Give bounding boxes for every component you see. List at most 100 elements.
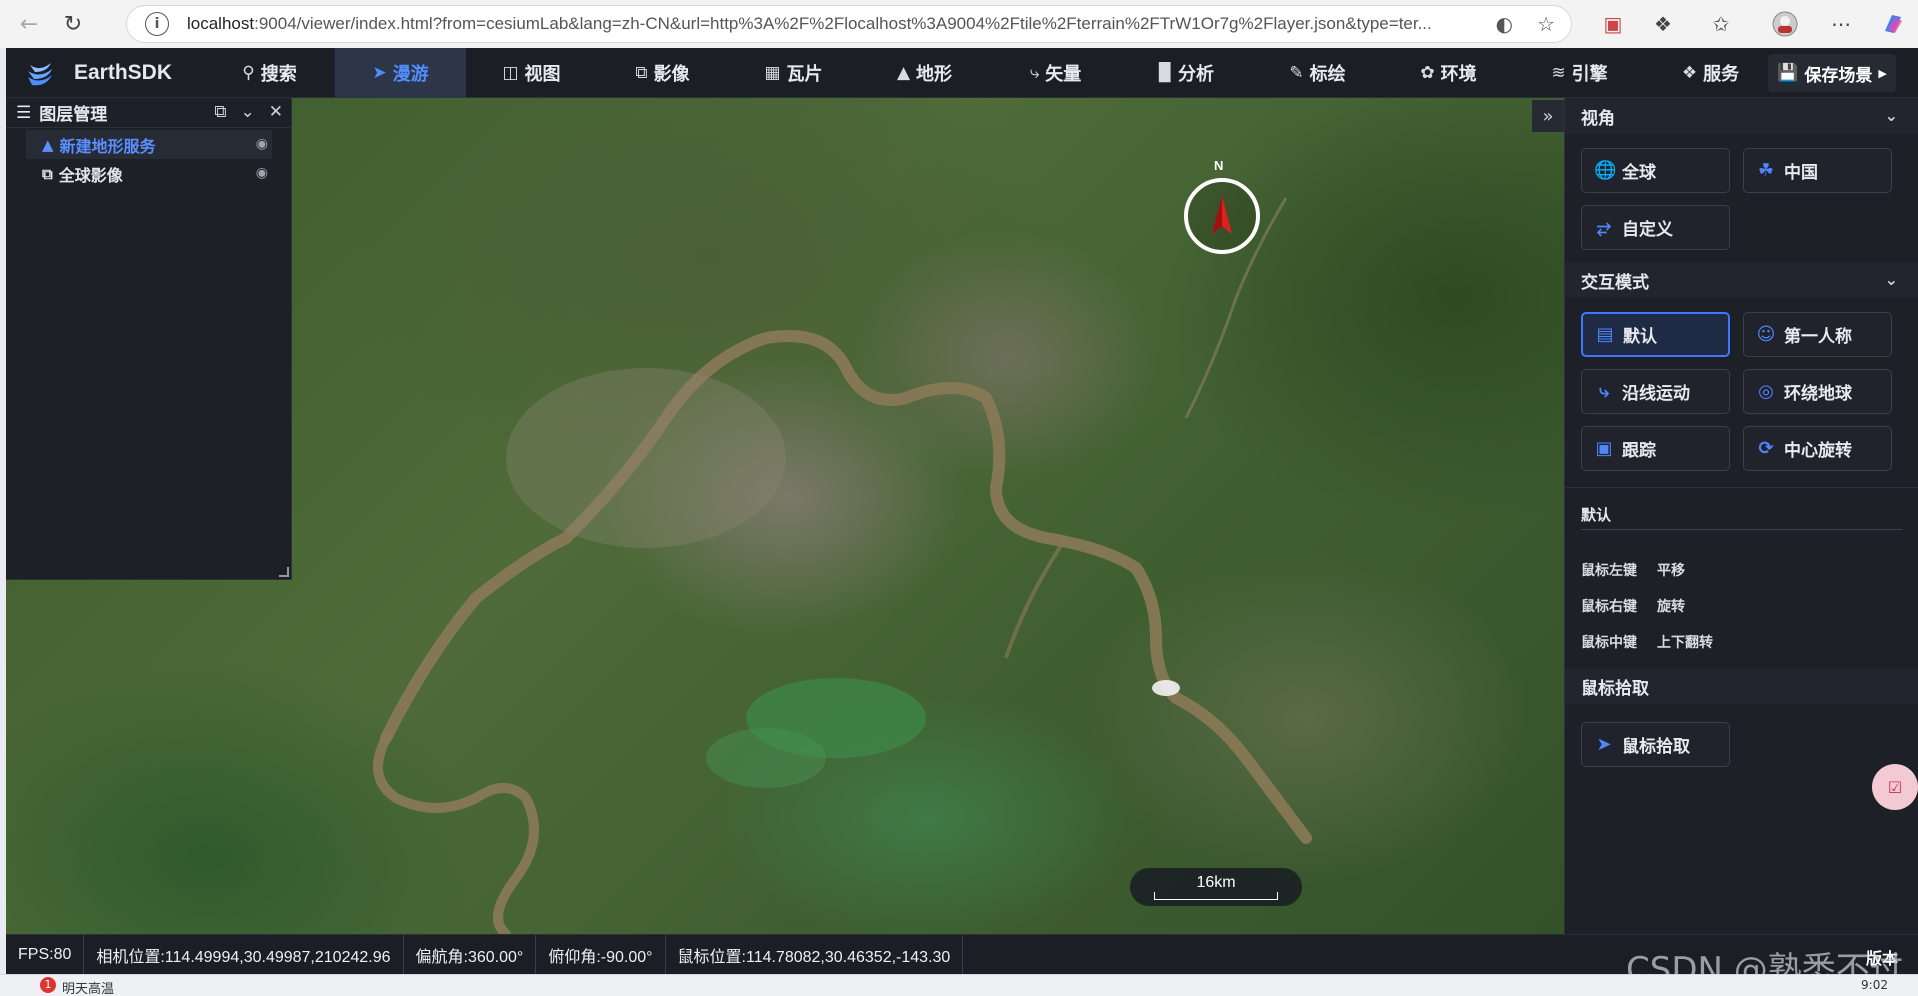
north-arrow-icon	[1212, 196, 1232, 234]
share-icon: ⥂	[1596, 217, 1612, 238]
pitch-readout: 俯仰角:-90.00°	[536, 934, 666, 974]
close-icon[interactable]: ✕	[269, 102, 283, 122]
apps-icon: ❖	[1681, 62, 1698, 83]
section-view-header[interactable]: 视角 ⌄	[1565, 98, 1918, 134]
nav-view[interactable]: ◫ 视图	[466, 48, 597, 98]
resize-handle-icon[interactable]	[279, 567, 289, 577]
mode-path-motion-button[interactable]: ⤷ 沿线运动	[1581, 369, 1730, 414]
engine-icon: ≋	[1551, 62, 1566, 83]
mountain-icon: ▲	[896, 62, 911, 83]
nav-roam[interactable]: ➤ 漫游	[335, 48, 466, 98]
add-layer-icon[interactable]: ⧉	[214, 102, 226, 122]
grid-icon: ▦	[764, 62, 781, 83]
mode-default-button[interactable]: ▤ 默认	[1581, 312, 1730, 357]
earthsdk-logo-icon	[6, 48, 74, 98]
right-panel: 视角 ⌄ 🌐 全球 ☘ 中国 ⥂ 自定义 交互模式 ⌄ ▤ 默认 ☺ 第一人称 ⤷ 沿线运动…	[1564, 98, 1918, 934]
address-bar[interactable]: i localhost:9004/viewer/index.html?from=…	[126, 5, 1572, 43]
favorite-star-icon[interactable]: ☆	[1537, 12, 1555, 36]
translate-extension-icon[interactable]: ▣	[1596, 7, 1630, 41]
back-icon[interactable]: ←	[12, 7, 46, 41]
layer-item-terrain[interactable]: ▲ 新建地形服务 ◉	[26, 130, 272, 159]
reload-icon[interactable]: ↻	[56, 7, 90, 41]
view-global-button[interactable]: 🌐 全球	[1581, 148, 1730, 193]
vector-icon: ⤷	[1029, 62, 1040, 83]
imagery-icon: ⧉	[42, 164, 53, 183]
nav-terrain[interactable]: ▲ 地形	[859, 48, 990, 98]
profile-avatar-icon[interactable]	[1768, 7, 1802, 41]
mode-detail-title: 默认	[1581, 504, 1902, 530]
section-pick-header[interactable]: 鼠标拾取	[1565, 668, 1918, 704]
bar-chart-icon: ▉	[1158, 62, 1173, 83]
layer-item-imagery[interactable]: ⧉ 全球影像 ◉	[26, 159, 272, 188]
url-text[interactable]: localhost:9004/viewer/index.html?from=ce…	[187, 14, 1457, 34]
send-icon: ➤	[372, 62, 387, 83]
image-icon: ⧉	[635, 62, 648, 83]
mode-row: 鼠标左键 平移	[1581, 563, 1685, 579]
nav-search[interactable]: ⚲ 搜索	[204, 48, 335, 98]
mode-row: 鼠标右键 旋转	[1581, 599, 1685, 615]
chevron-down-icon[interactable]: ⌄	[1885, 270, 1898, 289]
earthsdk-app: EarthSDK ⚲ 搜索 ➤ 漫游 ◫ 视图 ⧉ 影像 ▦ 瓦片 ▲ 地形 ⤷ 矢量 ▉ 分析…	[6, 48, 1918, 974]
save-icon: 💾	[1777, 63, 1799, 83]
clock[interactable]: 9:02	[1861, 978, 1888, 992]
terrain-icon: ▲	[42, 135, 54, 154]
heading-readout: 偏航角:360.00°	[404, 934, 537, 974]
chevron-down-icon[interactable]: ⌄	[1885, 106, 1898, 125]
eye-icon[interactable]: ◉	[256, 165, 268, 181]
mouse-position: 鼠标位置:114.78082,30.46352,-143.30	[666, 934, 964, 974]
favorites-icon[interactable]: ✩	[1704, 7, 1738, 41]
path-motion-icon: ⤷	[1598, 381, 1610, 402]
nav-tiles[interactable]: ▦ 瓦片	[728, 48, 859, 98]
compass-north-label: N	[1214, 158, 1224, 173]
pen-icon: ✎	[1289, 62, 1304, 83]
person-icon: ☺	[1756, 324, 1776, 345]
save-scene-button[interactable]: 💾 保存场景 ▶	[1768, 54, 1896, 92]
nav-engine[interactable]: ≋ 引擎	[1514, 48, 1645, 98]
pick-icon: ➤	[1596, 734, 1612, 755]
mode-orbit-button[interactable]: ◎ 环绕地球	[1743, 369, 1892, 414]
mode-first-person-button[interactable]: ☺ 第一人称	[1743, 312, 1892, 357]
nav-vector[interactable]: ⤷ 矢量	[990, 48, 1121, 98]
mode-row: 鼠标中键 上下翻转	[1581, 635, 1713, 651]
collapse-panel-icon[interactable]: »	[1532, 100, 1564, 132]
mode-rotate-center-button[interactable]: ⟳ 中心旋转	[1743, 426, 1892, 471]
eye-icon[interactable]: ◉	[256, 136, 268, 152]
layers-icon: ☰	[16, 102, 32, 123]
layer-panel: ☰ 图层管理 ⧉ ⌄ ✕ ▲ 新建地形服务 ◉ ⧉ 全球影像 ◉	[6, 98, 292, 580]
mode-track-button[interactable]: ▣ 跟踪	[1581, 426, 1730, 471]
view-china-button[interactable]: ☘ 中国	[1743, 148, 1892, 193]
weather-widget[interactable]: 明天高温	[62, 978, 114, 996]
nav-imagery[interactable]: ⧉ 影像	[597, 48, 728, 98]
copilot-icon[interactable]	[1876, 7, 1910, 41]
tab-sync-icon[interactable]: ◐	[1496, 12, 1513, 36]
fps-readout: FPS:80	[6, 934, 85, 974]
nav-plot[interactable]: ✎ 标绘	[1252, 48, 1383, 98]
cube-icon: ◫	[502, 62, 519, 83]
compass[interactable]: N	[1184, 158, 1260, 254]
china-map-icon: ☘	[1757, 160, 1775, 181]
leaf-icon: ✿	[1420, 62, 1435, 83]
mouse-pick-button[interactable]: ➤ 鼠标拾取	[1581, 722, 1730, 767]
extensions-icon[interactable]: ❖	[1646, 7, 1680, 41]
scale-bar-line	[1154, 892, 1278, 900]
search-icon: ⚲	[242, 62, 255, 83]
camera-position: 相机位置:114.49994,30.49987,210242.96	[84, 934, 404, 974]
default-mode-icon: ▤	[1596, 324, 1614, 345]
chevron-down-icon[interactable]: ⌄	[241, 102, 255, 122]
browser-toolbar: ← ↻ i localhost:9004/viewer/index.html?f…	[0, 0, 1918, 48]
globe-icon: 🌐	[1594, 160, 1617, 181]
more-menu-icon[interactable]: ⋯	[1824, 7, 1858, 41]
nav-analysis[interactable]: ▉ 分析	[1121, 48, 1252, 98]
site-info-icon[interactable]: i	[145, 12, 169, 36]
scale-bar: 16km	[1130, 868, 1302, 906]
brand-name: EarthSDK	[74, 60, 173, 84]
translate-float-icon[interactable]: ☑	[1872, 764, 1918, 810]
nav-services[interactable]: ❖ 服务	[1645, 48, 1776, 98]
rotate-center-icon: ⟳	[1758, 438, 1774, 459]
os-taskbar: 1 明天高温 9:02	[0, 974, 1918, 996]
nav-environment[interactable]: ✿ 环境	[1383, 48, 1514, 98]
view-custom-button[interactable]: ⥂ 自定义	[1581, 205, 1730, 250]
notification-badge[interactable]: 1	[40, 977, 56, 993]
section-interaction-header[interactable]: 交互模式 ⌄	[1565, 262, 1918, 298]
caret-right-icon: ▶	[1878, 66, 1887, 80]
